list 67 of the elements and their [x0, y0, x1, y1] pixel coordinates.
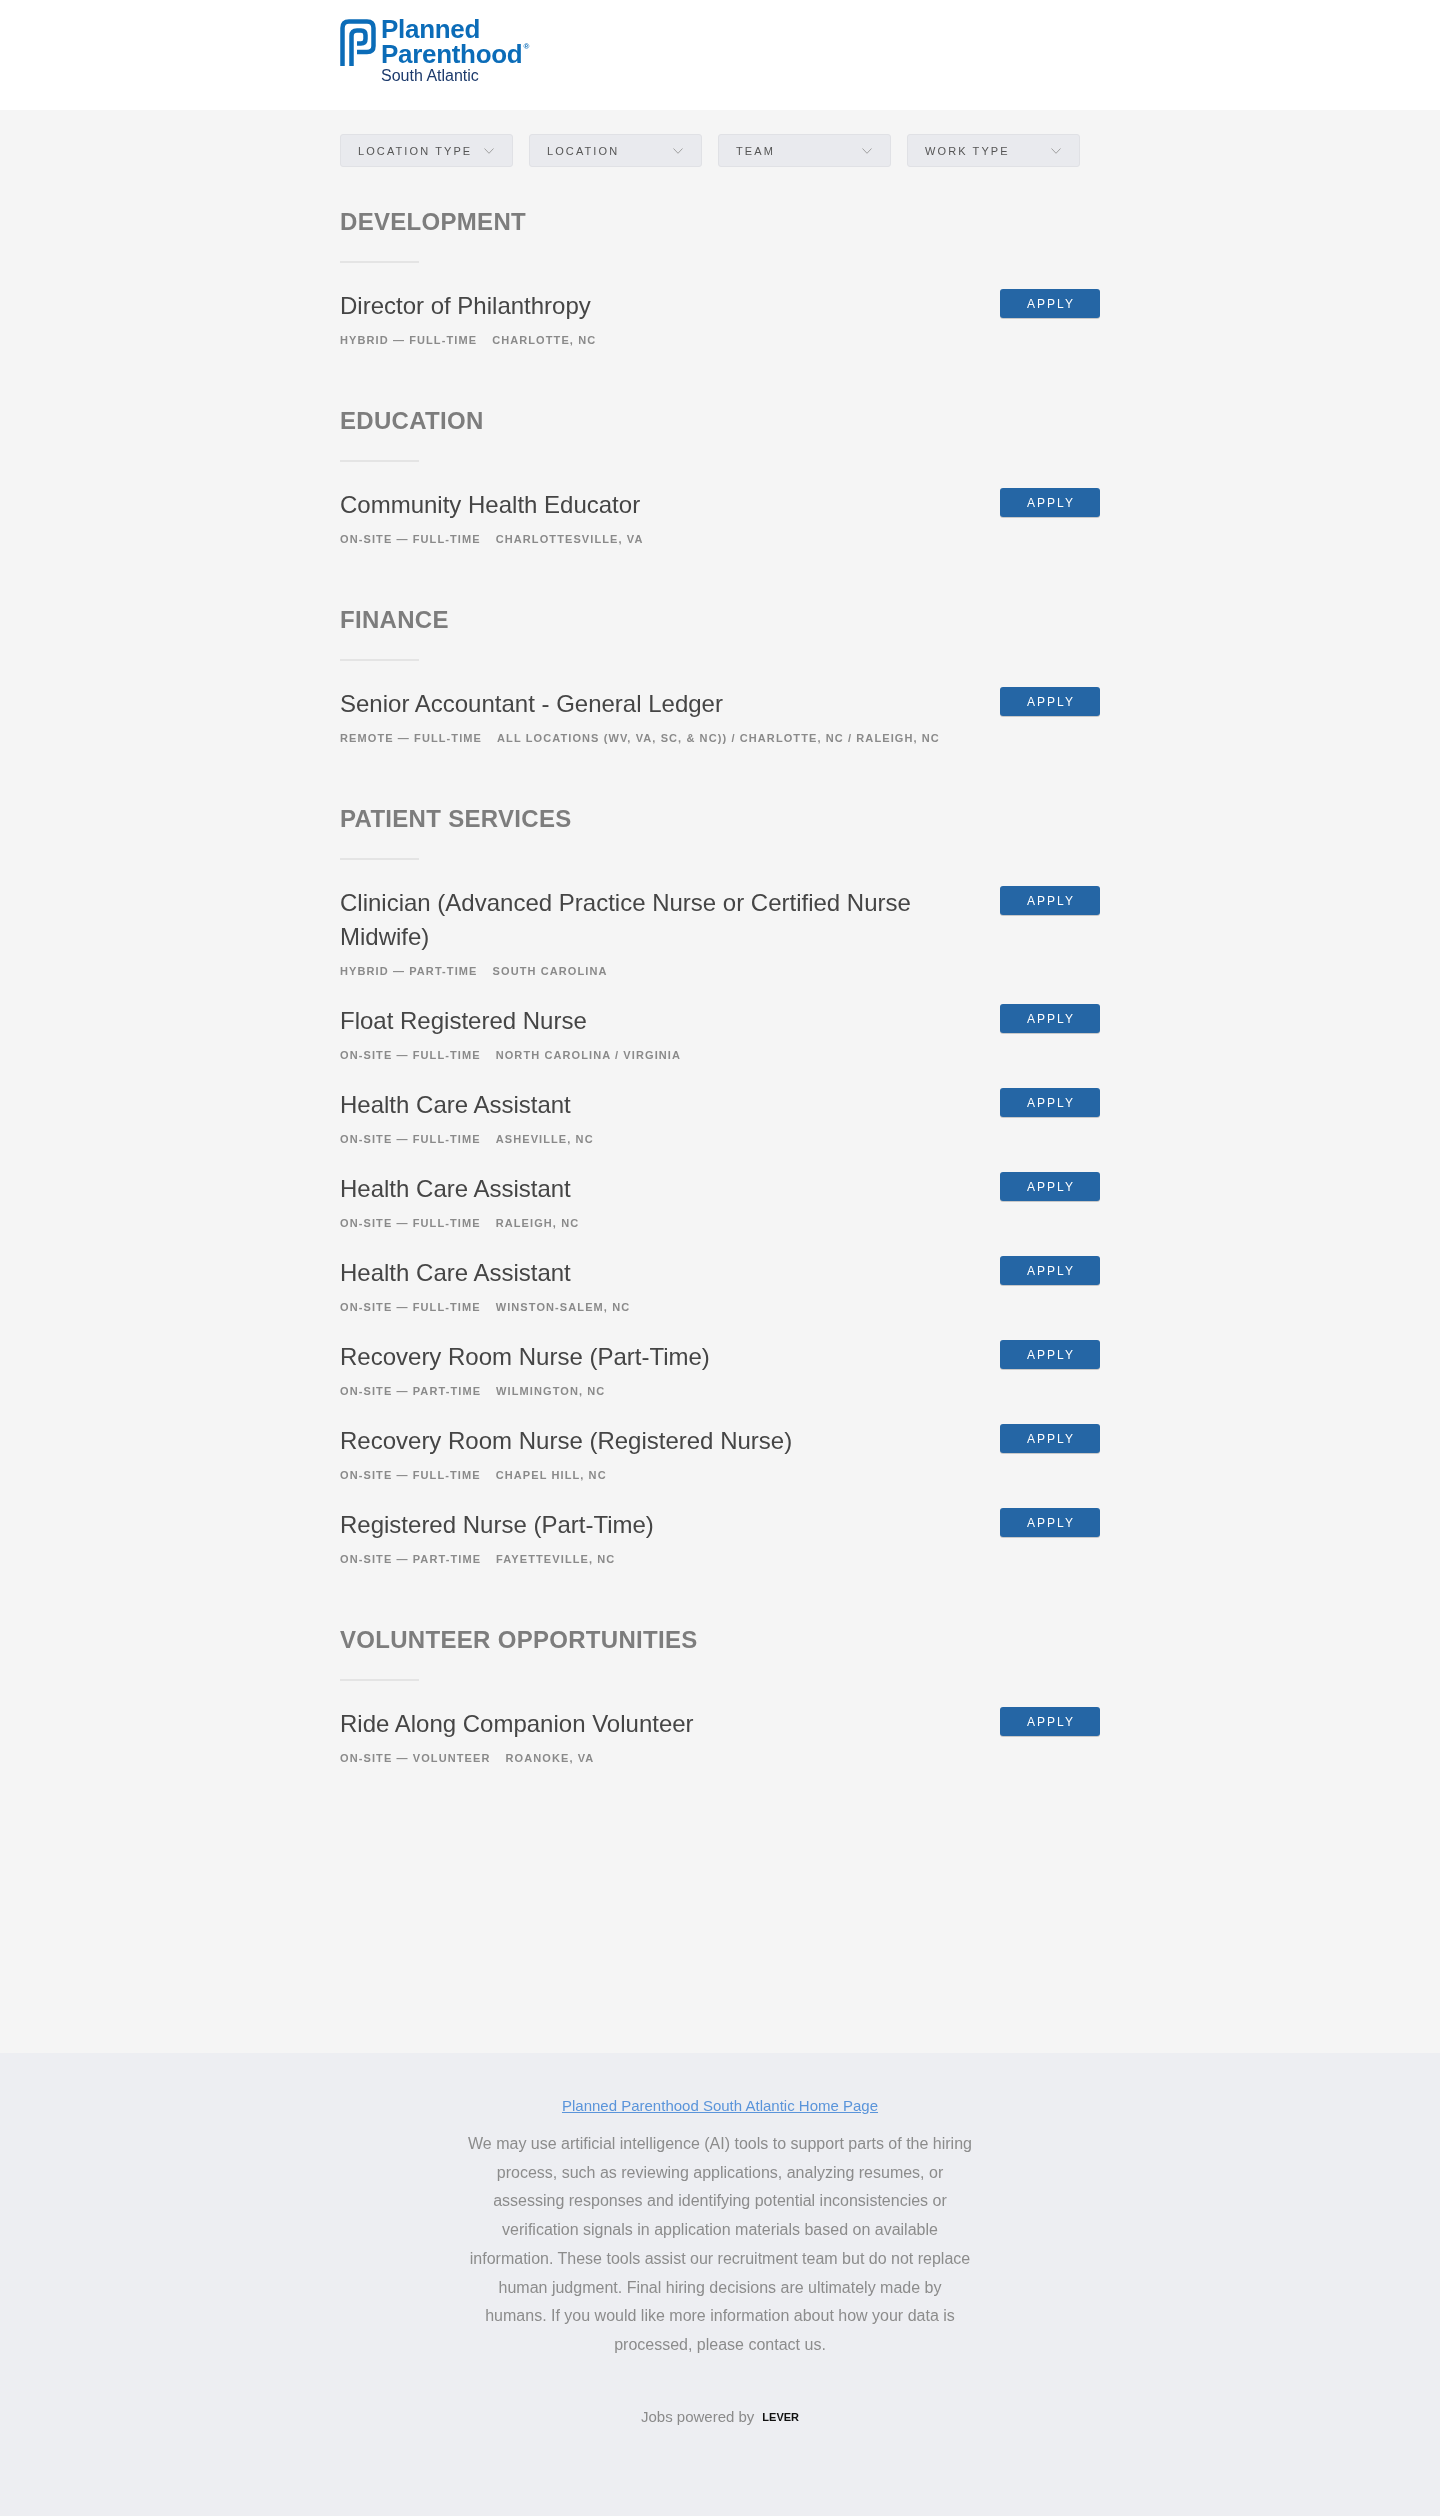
job-commitment: HYBRID — FULL-TIME — [340, 333, 478, 348]
job-commitment: ON-SITE — VOLUNTEER — [340, 1751, 491, 1766]
filter-dropdown[interactable]: LOCATION TYPE — [340, 134, 513, 167]
logo-subtitle: South Atlantic — [381, 67, 479, 85]
job-commitment: ON-SITE — PART-TIME — [340, 1552, 482, 1567]
job-commitment: ON-SITE — FULL-TIME — [340, 1132, 481, 1147]
job-location: CHAPEL HILL, NC — [495, 1468, 607, 1483]
apply-button[interactable]: APPLY — [1000, 687, 1100, 716]
apply-button[interactable]: APPLY — [1000, 1256, 1100, 1285]
apply-button[interactable]: APPLY — [1000, 886, 1100, 915]
job-title-link[interactable]: Senior Accountant - General Ledger — [340, 687, 723, 721]
job-title-link[interactable]: Health Care Assistant — [340, 1256, 571, 1290]
job-title-link[interactable]: Community Health Educator — [340, 488, 641, 522]
lever-logo-link[interactable]: LEVER — [762, 2409, 800, 2424]
powered-by-text: Jobs powered by — [640, 2406, 755, 2427]
section-heading: FINANCE — [340, 605, 449, 635]
job-location: WILMINGTON, NC — [496, 1384, 606, 1399]
job-title-link[interactable]: Ride Along Companion Volunteer — [340, 1707, 694, 1741]
apply-button[interactable]: APPLY — [1000, 1004, 1100, 1033]
job-title-link[interactable]: Float Registered Nurse — [340, 1004, 587, 1038]
job-location: CHARLOTTE, NC — [492, 333, 597, 348]
chevron-down-icon — [673, 147, 683, 154]
filter-dropdown[interactable]: WORK TYPE — [907, 134, 1080, 167]
logo-icon[interactable] — [340, 19, 376, 66]
job-commitment: ON-SITE — FULL-TIME — [340, 532, 481, 547]
job-title-link[interactable]: Recovery Room Nurse (Registered Nurse) — [340, 1424, 793, 1458]
apply-button[interactable]: APPLY — [1000, 289, 1100, 318]
job-location: SOUTH CAROLINA — [492, 964, 608, 979]
apply-button[interactable]: APPLY — [1000, 1508, 1100, 1537]
section-heading: DEVELOPMENT — [340, 207, 526, 237]
section-heading: VOLUNTEER OPPORTUNITIES — [340, 1625, 698, 1655]
job-location: NORTH CAROLINA / VIRGINIA — [495, 1048, 682, 1063]
apply-button[interactable]: APPLY — [1000, 1340, 1100, 1369]
chevron-down-icon — [1051, 147, 1061, 154]
section-heading: PATIENT SERVICES — [340, 804, 572, 834]
section-heading: EDUCATION — [340, 406, 484, 436]
chevron-down-icon — [862, 147, 872, 154]
job-title-link[interactable]: Registered Nurse (Part-Time) — [340, 1508, 654, 1542]
apply-button[interactable]: APPLY — [1000, 1707, 1100, 1736]
job-location: WINSTON-SALEM, NC — [495, 1300, 631, 1315]
job-location: CHARLOTTESVILLE, VA — [495, 532, 644, 547]
job-commitment: ON-SITE — FULL-TIME — [340, 1468, 481, 1483]
ai-disclaimer-text: We may use artificial intelligence (AI) tools to support parts of the hiring process, such as reviewing applications, analyzing resumes, or assessing responses and identifying potential inconsistencies or verification signals in application materials based on available information. These tools assist our recruitment team but do not replace human judgment. Final hiring decisions are ultimately made by humans. If you would like more information about how your data is processed, please contact us. — [467, 2134, 973, 2355]
job-title-link[interactable]: Health Care Assistant — [340, 1172, 571, 1206]
logo-title: Planned Parenthood$^{®}$ — [381, 17, 530, 67]
job-commitment: HYBRID — PART-TIME — [340, 964, 478, 979]
job-title-link[interactable]: Director of Philanthropy — [340, 289, 591, 323]
job-commitment: REMOTE — FULL-TIME — [340, 731, 482, 746]
job-location: FAYETTEVILLE, NC — [496, 1552, 616, 1567]
chevron-down-icon — [484, 147, 494, 154]
job-title-link[interactable]: Health Care Assistant — [340, 1088, 571, 1122]
job-location: ALL LOCATIONS (WV, VA, SC, & NC)) / CHARLOTTE, NC / RALEIGH, NC — [497, 731, 940, 746]
apply-button[interactable]: APPLY — [1000, 1172, 1100, 1201]
job-commitment: ON-SITE — FULL-TIME — [340, 1300, 481, 1315]
job-location: RALEIGH, NC — [495, 1216, 580, 1231]
job-commitment: ON-SITE — PART-TIME — [340, 1384, 482, 1399]
filter-dropdown[interactable]: TEAM — [718, 134, 891, 167]
apply-button[interactable]: APPLY — [1000, 1424, 1100, 1453]
job-location: ASHEVILLE, NC — [495, 1132, 594, 1147]
job-title-link[interactable]: Recovery Room Nurse (Part-Time) — [340, 1340, 710, 1374]
filter-dropdown[interactable]: LOCATION — [529, 134, 702, 167]
job-location: ROANOKE, VA — [505, 1751, 595, 1766]
job-title-link[interactable]: Clinician (Advanced Practice Nurse or Certified Nurse Midwife) — [340, 886, 960, 954]
apply-button[interactable]: APPLY — [1000, 1088, 1100, 1117]
apply-button[interactable]: APPLY — [1000, 488, 1100, 517]
job-commitment: ON-SITE — FULL-TIME — [340, 1048, 481, 1063]
job-commitment: ON-SITE — FULL-TIME — [340, 1216, 481, 1231]
